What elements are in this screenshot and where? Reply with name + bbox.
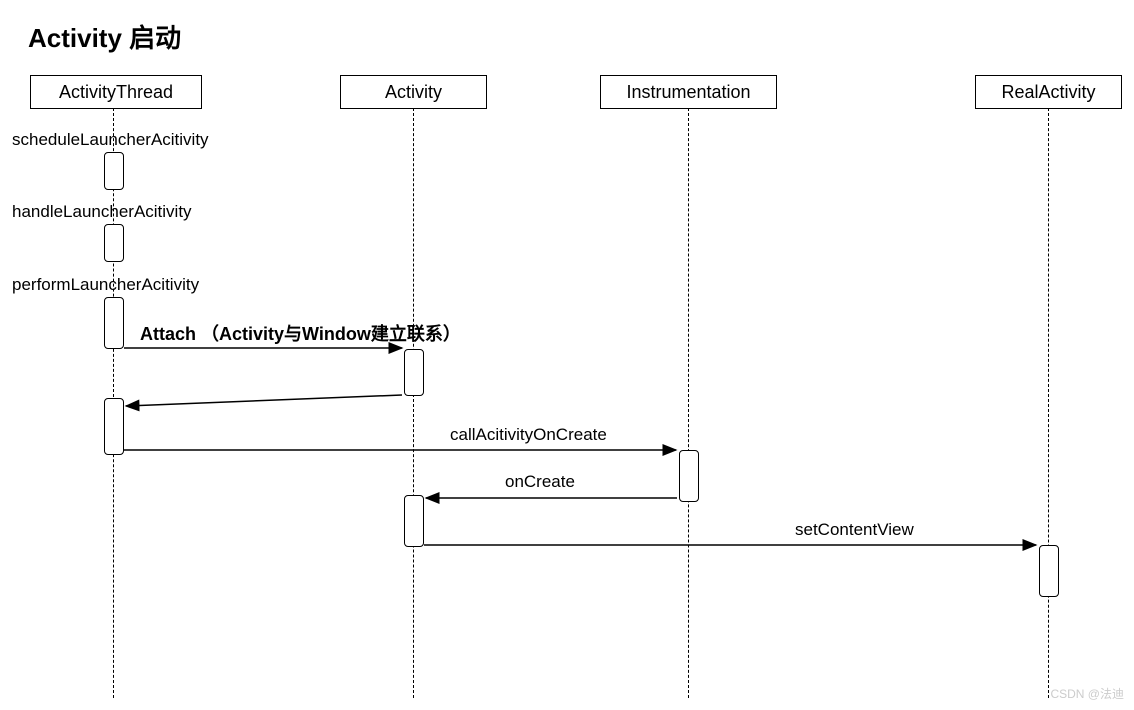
watermark: CSDN @法迪 xyxy=(1050,685,1124,702)
activation-perform xyxy=(104,297,124,349)
participant-realactivity: RealActivity xyxy=(975,75,1122,109)
participant-activitythread: ActivityThread xyxy=(30,75,202,109)
activation-activity-attach xyxy=(404,349,424,396)
activation-activity-oncreate xyxy=(404,495,424,547)
msg-perform-launcher: performLauncherAcitivity xyxy=(12,275,199,295)
msg-handle-launcher: handleLauncherAcitivity xyxy=(12,202,192,222)
diagram-title: Activity 启动 xyxy=(28,18,181,55)
msg-call-oncreate: callAcitivityOnCreate xyxy=(450,425,607,445)
msg-schedule-launcher: scheduleLauncherAcitivity xyxy=(12,130,209,150)
msg-setcontentview: setContentView xyxy=(795,520,914,540)
lifeline-activity xyxy=(413,108,414,698)
participant-activity: Activity xyxy=(340,75,487,109)
activation-handle xyxy=(104,224,124,262)
activation-schedule xyxy=(104,152,124,190)
activation-thread-return xyxy=(104,398,124,455)
msg-oncreate: onCreate xyxy=(505,472,575,492)
lifeline-realactivity xyxy=(1048,108,1049,698)
activation-realactivity xyxy=(1039,545,1059,597)
lifeline-instrumentation xyxy=(688,108,689,698)
msg-attach: Attach （Activity与Window建立联系） xyxy=(140,320,461,346)
participant-instrumentation: Instrumentation xyxy=(600,75,777,109)
activation-instrumentation xyxy=(679,450,699,502)
